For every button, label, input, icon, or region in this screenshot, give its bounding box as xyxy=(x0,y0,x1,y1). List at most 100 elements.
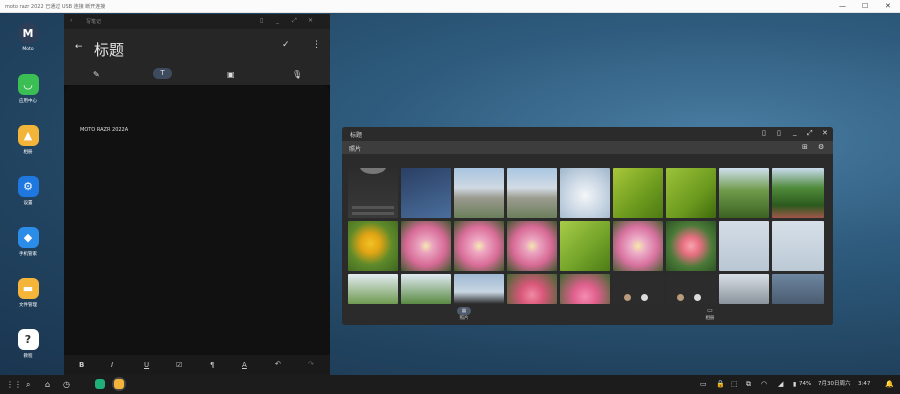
redo-icon[interactable]: ↷ xyxy=(308,360,314,368)
paragraph-icon[interactable]: ¶ xyxy=(210,361,214,369)
photo-thumbnail[interactable] xyxy=(719,274,769,304)
close-button[interactable]: ✕ xyxy=(885,2,891,10)
microphone-icon[interactable]: 🎙 xyxy=(292,70,302,79)
photo-thumbnail[interactable] xyxy=(772,168,824,218)
gallery-subheader: 照片 ⊞ ⚙ xyxy=(342,141,833,154)
photo-thumbnail[interactable] xyxy=(613,168,663,218)
photo-thumbnail[interactable] xyxy=(613,274,663,304)
photo-thumbnail[interactable] xyxy=(666,274,716,304)
handwriting-icon[interactable]: ✎ xyxy=(93,70,100,79)
recents-icon[interactable]: ◷ xyxy=(63,379,70,390)
desktop-icon-help[interactable]: ? 教程 xyxy=(11,329,45,359)
back-arrow-icon[interactable]: ← xyxy=(75,42,83,52)
expand-icon[interactable]: ⤢ xyxy=(807,129,813,138)
gallery-window: 标题 ▯ ▯ _ ⤢ ✕ 照片 ⊞ ⚙ ▦ 照片 ▭ 相册 xyxy=(342,127,833,325)
undo-icon[interactable]: ↶ xyxy=(275,360,281,368)
photo-thumbnail[interactable] xyxy=(613,221,663,271)
battery-icon: ▮ xyxy=(793,381,797,388)
photo-thumbnail[interactable] xyxy=(666,168,716,218)
desktop-icon-phone-manager[interactable]: ◆ 手机管家 xyxy=(11,227,45,257)
help-icon: ? xyxy=(17,329,39,350)
underline-icon[interactable]: U xyxy=(144,361,149,369)
more-menu-icon[interactable]: ⋮ xyxy=(312,40,321,50)
back-small-icon[interactable]: ‹ xyxy=(70,17,72,24)
app-grid-icon[interactable]: ⋮⋮ xyxy=(6,379,22,390)
photo-thumbnail[interactable] xyxy=(401,274,451,304)
photo-thumbnail[interactable] xyxy=(348,168,398,218)
photo-thumbnail[interactable] xyxy=(560,168,610,218)
moto-icon: M xyxy=(17,23,39,44)
desktop-icon-file-manager[interactable]: ▬ 文件管理 xyxy=(11,278,45,308)
gallery-app-active[interactable] xyxy=(112,377,126,391)
desktop-icon-gallery[interactable]: ▲ 相册 xyxy=(11,125,45,155)
photo-thumbnail[interactable] xyxy=(507,274,557,304)
tab-photos[interactable]: ▦ 照片 xyxy=(454,307,474,321)
checkbox-icon[interactable]: ☑ xyxy=(176,361,182,369)
photo-thumbnail[interactable] xyxy=(560,221,610,271)
photo-thumbnail[interactable] xyxy=(454,168,504,218)
battery-level: 74% xyxy=(799,381,812,387)
italic-icon[interactable]: I xyxy=(111,361,113,369)
photo-thumbnail[interactable] xyxy=(666,221,716,271)
photo-thumbnail[interactable] xyxy=(401,168,451,218)
gallery-app-icon xyxy=(114,379,124,389)
confirm-check-icon[interactable]: ✓ xyxy=(282,40,290,50)
signal-icon: ◢ xyxy=(778,380,784,388)
photo-thumbnail[interactable] xyxy=(401,221,451,271)
notification-icon[interactable]: ▭ xyxy=(700,379,707,390)
bold-icon[interactable]: B xyxy=(79,361,84,369)
desktop-icon-moto[interactable]: M Moto xyxy=(11,23,45,52)
desktop-icon-label: 相册 xyxy=(23,150,33,155)
taskbar: ⋮⋮ ⌕ ⌂ ◷ ▭ 🔒 ⬚ ⧉ ◠ ◢ ▮ 74% 7月30日周六 3:47 … xyxy=(0,375,900,394)
photo-thumbnail[interactable] xyxy=(772,274,824,304)
image-insert-icon[interactable]: ▣ xyxy=(227,70,235,79)
gallery-window-bar: 标题 ▯ ▯ _ ⤢ ✕ xyxy=(342,127,833,141)
split-icon[interactable]: ▯ xyxy=(762,129,766,137)
copy-icon[interactable]: ⧉ xyxy=(746,379,751,390)
notes-window: ‹ 写笔记 ▯ _ ⤢ ✕ ← 标题 ✓ ⋮ ✎ T ▣ 🎙 MOTO RAZR… xyxy=(64,14,330,375)
photo-thumbnail[interactable] xyxy=(772,221,824,271)
wifi-icon[interactable]: ◠ xyxy=(761,379,767,390)
photo-thumbnail[interactable] xyxy=(348,221,398,271)
minimize-icon[interactable]: _ xyxy=(276,17,279,24)
photo-thumbnail[interactable] xyxy=(507,221,557,271)
photo-thumbnail[interactable] xyxy=(719,221,769,271)
photo-thumbnail[interactable] xyxy=(719,168,769,218)
desktop-icon-label: 设置 xyxy=(23,201,33,206)
split-icon-2[interactable]: ▯ xyxy=(777,129,781,137)
photo-thumbnail[interactable] xyxy=(454,274,504,304)
window-title: moto razr 2022 已通过 USB 连接 断开连接 xyxy=(5,4,106,10)
expand-icon[interactable]: ⤢ xyxy=(292,17,297,25)
notes-app-icon[interactable] xyxy=(95,379,105,389)
gallery-bottom-tabs: ▦ 照片 ▭ 相册 xyxy=(342,304,833,325)
tab-albums[interactable]: ▭ 相册 xyxy=(700,307,720,321)
gallery-subtitle: 照片 xyxy=(349,146,362,153)
text-color-icon[interactable]: A xyxy=(242,361,247,369)
window-title-bar: moto razr 2022 已通过 USB 连接 断开连接 — ☐ ✕ xyxy=(0,0,900,13)
split-icon[interactable]: ▯ xyxy=(260,17,263,24)
screenshot-icon[interactable]: ⬚ xyxy=(731,379,738,390)
photo-thumbnail[interactable] xyxy=(560,274,610,304)
note-editor[interactable]: MOTO RAZR 2022A xyxy=(64,85,330,355)
bell-icon[interactable]: 🔔 xyxy=(885,379,894,390)
photo-thumbnail[interactable] xyxy=(454,221,504,271)
minimize-icon[interactable]: _ xyxy=(793,128,797,136)
close-icon[interactable]: ✕ xyxy=(308,17,313,24)
notes-header: ← 标题 ✓ ⋮ xyxy=(64,29,330,67)
settings-gear-icon[interactable]: ⚙ xyxy=(818,143,824,151)
search-icon[interactable]: ⌕ xyxy=(26,379,30,390)
lock-icon[interactable]: 🔒 xyxy=(716,379,725,390)
text-mode-icon[interactable]: T xyxy=(153,68,172,79)
date-label: 7月30日周六 xyxy=(818,381,851,387)
note-body-text: MOTO RAZR 2022A xyxy=(80,127,129,133)
photo-thumbnail[interactable] xyxy=(348,274,398,304)
photo-thumbnail[interactable] xyxy=(507,168,557,218)
close-icon[interactable]: ✕ xyxy=(822,129,828,137)
desktop-icon-settings[interactable]: ⚙ 设置 xyxy=(11,176,45,206)
maximize-button[interactable]: ☐ xyxy=(862,2,868,10)
note-title-input[interactable]: 标题 xyxy=(94,39,124,60)
desktop-icon-app-center[interactable]: ◡ 应用中心 xyxy=(11,74,45,104)
select-icon[interactable]: ⊞ xyxy=(802,143,808,151)
minimize-button[interactable]: — xyxy=(839,2,846,10)
home-icon[interactable]: ⌂ xyxy=(45,379,50,390)
